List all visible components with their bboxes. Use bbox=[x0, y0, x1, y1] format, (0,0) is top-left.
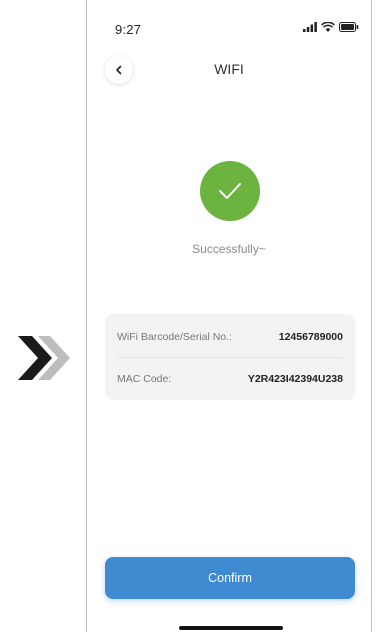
signal-icon bbox=[303, 22, 317, 32]
info-row-serial: WiFi Barcode/Serial No.: 12456789000 bbox=[117, 326, 343, 348]
confirm-button[interactable]: Confirm bbox=[105, 557, 355, 599]
battery-icon bbox=[339, 22, 359, 32]
device-info-card: WiFi Barcode/Serial No.: 12456789000 MAC… bbox=[105, 314, 355, 400]
status-bar: 9:27 bbox=[87, 0, 371, 40]
nav-bar: WIFI bbox=[87, 54, 371, 88]
checkmark-icon bbox=[219, 183, 241, 199]
wifi-icon bbox=[321, 22, 335, 32]
page-title: WIFI bbox=[214, 61, 244, 77]
screen: 9:27 WIFI Successfully~ WiFi Barcode/Ser… bbox=[0, 0, 379, 632]
mac-value: Y2R423I42394U238 bbox=[247, 373, 343, 385]
phone-screen: 9:27 WIFI Successfully~ WiFi Barcode/Ser… bbox=[86, 0, 372, 632]
divider bbox=[117, 357, 343, 358]
success-badge bbox=[200, 161, 260, 221]
serial-label: WiFi Barcode/Serial No.: bbox=[117, 331, 232, 343]
home-indicator[interactable] bbox=[179, 626, 283, 630]
serial-value: 12456789000 bbox=[278, 331, 343, 343]
mac-label: MAC Code: bbox=[117, 373, 172, 385]
success-message: Successfully~ bbox=[192, 242, 266, 256]
status-time: 9:27 bbox=[115, 22, 142, 37]
info-row-mac: MAC Code: Y2R423I42394U238 bbox=[117, 368, 343, 390]
double-chevron-right-icon bbox=[18, 336, 70, 380]
status-icons bbox=[303, 22, 359, 32]
